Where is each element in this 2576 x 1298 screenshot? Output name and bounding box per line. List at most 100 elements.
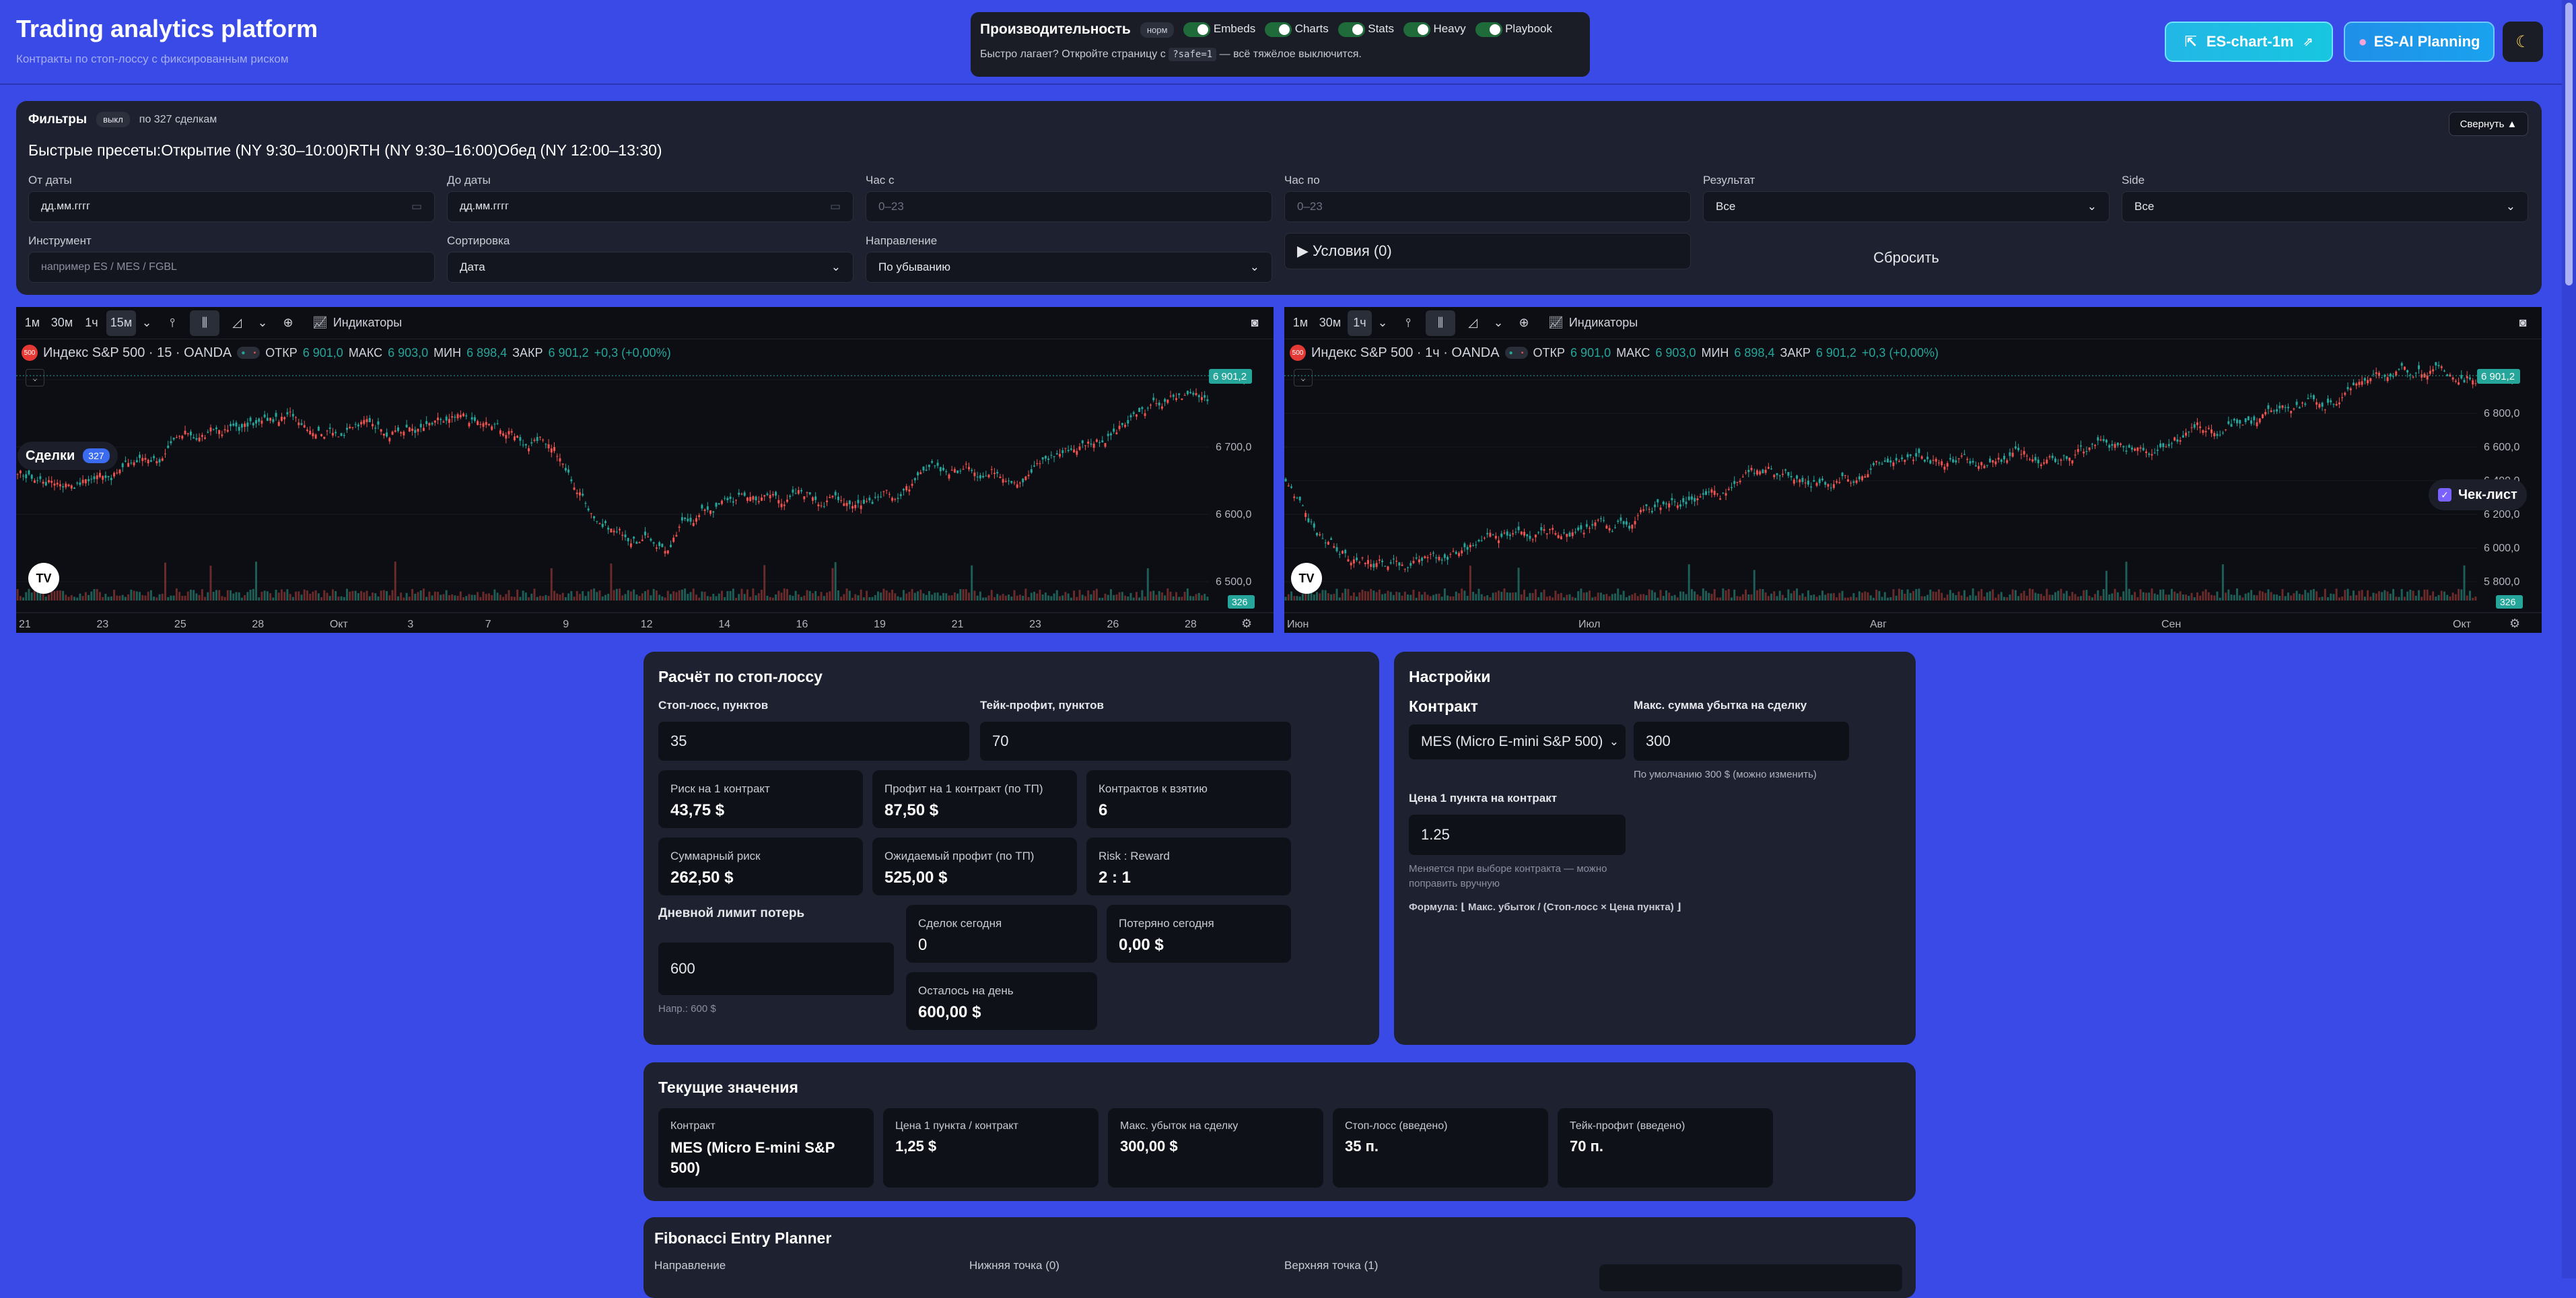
add-compare-icon[interactable]: ⊕ [273, 310, 303, 336]
volume-bar [2414, 595, 2417, 601]
interval-1h[interactable]: 1ч [79, 310, 104, 336]
es-chart-button[interactable]: ⇱ ES-chart-1m ⇗ [2165, 22, 2333, 62]
volume-bar [2338, 597, 2340, 601]
instrument-input[interactable]: например ES / MES / FGBL [28, 252, 435, 283]
trades-chip[interactable]: Сделки 327 [18, 442, 118, 470]
candle-body [2017, 448, 2020, 450]
toggle-stats[interactable]: Stats [1337, 22, 1394, 37]
chart-right-plot[interactable]: 7 000,06 800,06 600,06 400,06 200,06 000… [1284, 339, 2542, 633]
volume-bar [16, 589, 19, 601]
sort-select[interactable]: Дата ⌄ [447, 252, 854, 283]
candle-body [1333, 546, 1335, 548]
interval-1h[interactable]: 1ч [1348, 310, 1372, 336]
preset-rth[interactable]: RTH (NY 9:30–16:00) [349, 141, 498, 159]
candle-body [968, 467, 970, 470]
preset-open[interactable]: Открытие (NY 9:30–10:00) [161, 141, 349, 159]
settings-gear-icon[interactable]: ⚙ [2509, 617, 2520, 630]
toggle-heavy[interactable]: Heavy [1403, 22, 1466, 37]
toggle-switch[interactable] [1337, 22, 1365, 37]
hour-from-input[interactable]: 0–23 [866, 191, 1272, 222]
point-price-input[interactable]: 1.25 [1409, 815, 1626, 855]
toggle-label: Playbook [1505, 22, 1553, 36]
theme-toggle-button[interactable]: ☾ [2503, 22, 2543, 62]
volume-bar [2048, 594, 2051, 601]
contract-select[interactable]: MES (Micro E-mini S&P 500) ⌄ [1409, 724, 1626, 759]
candle-body [913, 478, 916, 481]
camera-icon[interactable]: ◙ [1240, 310, 1269, 336]
daily-limit-input[interactable]: 600 [658, 943, 894, 995]
result-select[interactable]: Все ⌄ [1703, 191, 2110, 222]
reset-button[interactable]: Сбросить [1703, 233, 2110, 283]
volume-bar [1946, 594, 1949, 601]
volume-bar [1129, 592, 1132, 601]
candle-body [400, 432, 403, 434]
camera-icon[interactable]: ◙ [2508, 310, 2538, 336]
interval-1m[interactable]: 1м [1288, 310, 1313, 336]
candle-body [2386, 377, 2389, 382]
toggle-embeds[interactable]: Embeds [1183, 22, 1255, 37]
chevron-down-icon[interactable]: ⌄ [139, 310, 155, 336]
area-chart-icon[interactable]: ◿ [1458, 310, 1488, 336]
preset-lunch[interactable]: Обед (NY 12:00–13:30) [498, 141, 662, 159]
add-compare-icon[interactable]: ⊕ [1509, 310, 1539, 336]
takeprofit-input[interactable]: 70 [980, 722, 1291, 761]
page-scrollbar[interactable] [2562, 0, 2576, 1278]
candle-body [36, 480, 39, 481]
interval-30m[interactable]: 30м [47, 310, 77, 336]
volume-bar [797, 594, 800, 601]
indicators-button[interactable]: 📈︎ Индикаторы [306, 310, 409, 336]
chevron-down-icon[interactable]: ⌄ [254, 310, 271, 336]
side-select[interactable]: Все ⌄ [2122, 191, 2528, 222]
toggle-switch[interactable] [1403, 22, 1430, 37]
es-ai-planning-button[interactable]: ● ES-AI Planning [2344, 22, 2495, 62]
checkbox-icon[interactable]: ✓ [2438, 488, 2451, 502]
bar-style-icon[interactable]: ⫯ [1393, 310, 1423, 336]
maxloss-input[interactable]: 300 [1634, 722, 1849, 761]
instrument-label: Инструмент [28, 234, 92, 247]
indicators-button[interactable]: 📈︎ Индикаторы [1541, 310, 1644, 336]
interval-1m[interactable]: 1м [20, 310, 44, 336]
toggle-playbook[interactable]: Playbook [1475, 22, 1552, 37]
chevron-down-icon[interactable]: ⌄ [1490, 310, 1506, 336]
calendar-icon[interactable]: ▭ [830, 200, 841, 213]
conditions-toggle[interactable]: ▶ Условия (0) [1284, 233, 1691, 269]
chart-right[interactable]: 1м 30м 1ч ⌄ ⫯ ⫼ ◿ ⌄ ⊕ 📈︎ Индикаторы ◙ 50… [1284, 307, 2542, 633]
volume-bar [1333, 594, 1335, 601]
interval-15m[interactable]: 15м [106, 310, 136, 336]
stat-remaining-today: Осталось на день 600,00 $ [906, 972, 1097, 1030]
chart-left-plot[interactable]: 6 800,06 700,06 600,06 500,06 901,232621… [16, 339, 1274, 633]
chart-left[interactable]: 1м 30м 1ч 15м ⌄ ⫯ ⫼ ◿ ⌄ ⊕ 📈︎ Индикаторы … [16, 307, 1274, 633]
toggle-charts[interactable]: Charts [1265, 22, 1329, 37]
candle-body [2468, 377, 2471, 380]
volume-bar [1881, 596, 1883, 601]
toggle-switch[interactable] [1183, 22, 1211, 37]
toggle-switch[interactable] [1475, 22, 1502, 37]
volume-bar [2153, 593, 2156, 601]
candles-icon[interactable]: ⫼ [190, 310, 219, 336]
stoploss-input[interactable]: 35 [658, 722, 969, 761]
volume-bar [536, 596, 538, 601]
candle-body [1594, 522, 1597, 526]
area-chart-icon[interactable]: ◿ [222, 310, 252, 336]
collapse-button[interactable]: Свернуть ▲ [2449, 112, 2528, 136]
hour-to-input[interactable]: 0–23 [1284, 191, 1691, 222]
candles-icon[interactable]: ⫼ [1426, 310, 1455, 336]
checklist-chip[interactable]: ✓ Чек-лист [2429, 479, 2527, 510]
fib-input[interactable] [1599, 1264, 1902, 1291]
toggle-switch[interactable] [1265, 22, 1292, 37]
interval-30m[interactable]: 30м [1315, 310, 1345, 336]
volume-bar [913, 592, 916, 601]
to-date-input[interactable]: дд.мм.гггг ▭ [447, 191, 854, 222]
candle-body [1736, 481, 1739, 483]
bar-style-icon[interactable]: ⫯ [158, 310, 187, 336]
chevron-down-icon[interactable]: ⌄ [1374, 310, 1391, 336]
candle-body [1059, 454, 1061, 457]
candle-body [729, 496, 732, 500]
direction-select[interactable]: По убыванию ⌄ [866, 252, 1272, 283]
scrollbar-thumb[interactable] [2565, 3, 2573, 285]
calendar-icon[interactable]: ▭ [411, 200, 422, 213]
from-date-input[interactable]: дд.мм.гггг ▭ [28, 191, 435, 222]
time-tick: 28 [252, 619, 264, 630]
settings-gear-icon[interactable]: ⚙ [1241, 617, 1252, 630]
candle-body [1192, 392, 1195, 395]
